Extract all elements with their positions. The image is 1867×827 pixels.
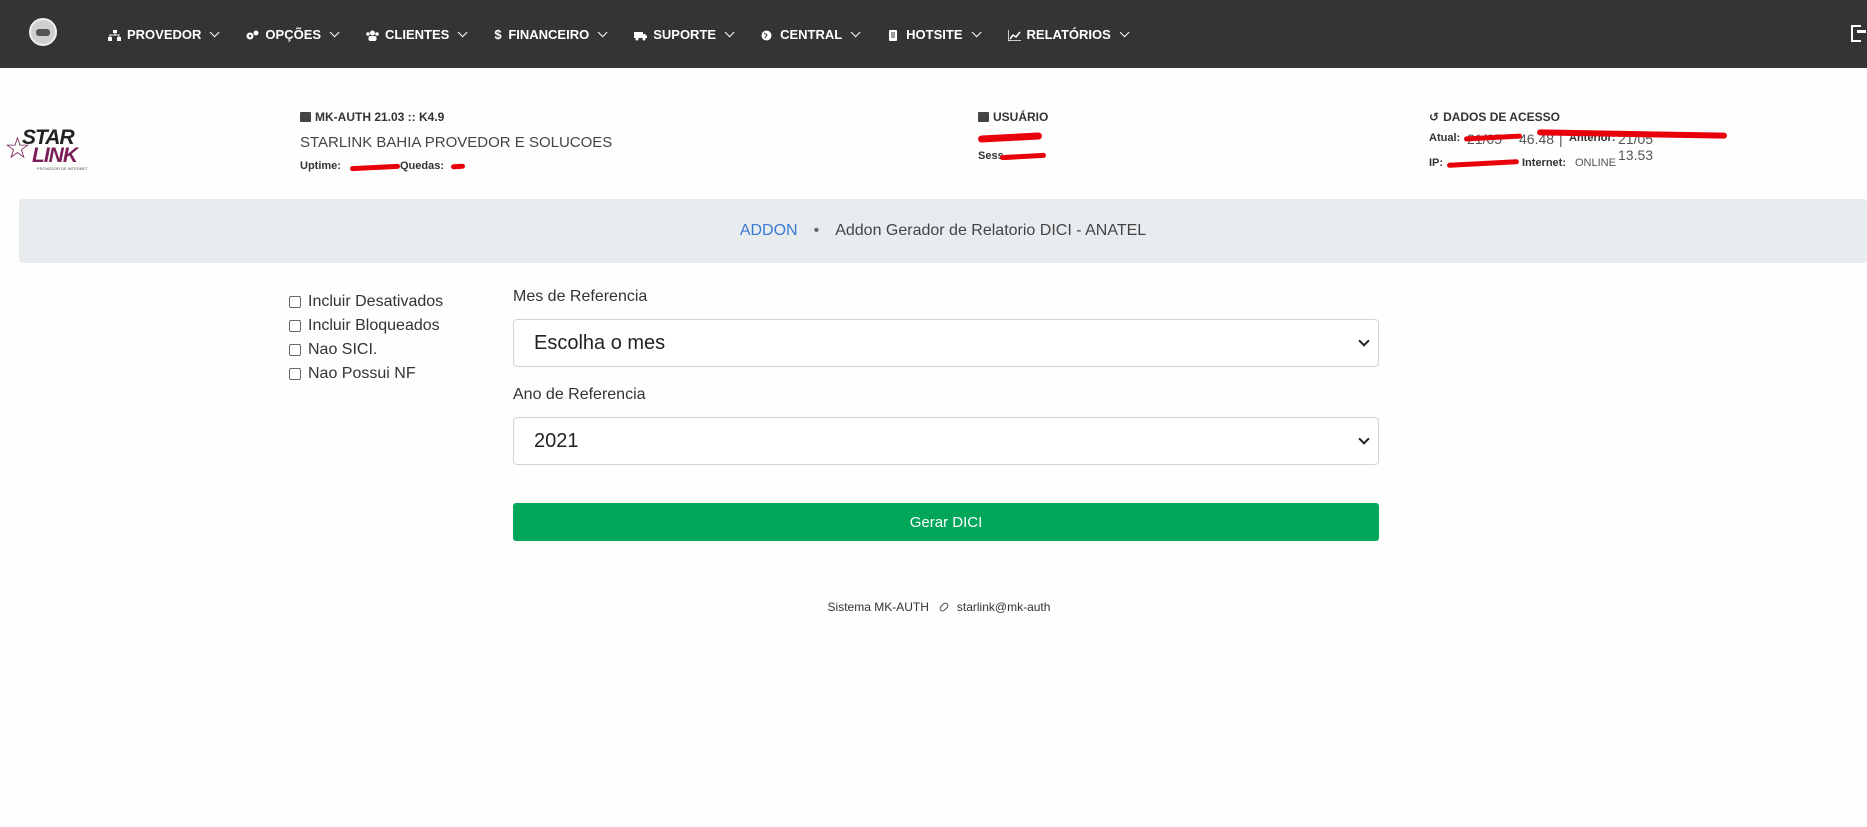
logo-tagline: PROVEDOR DE INTERNET [37,166,88,171]
chevron-down-icon [329,26,340,37]
uptime-label: Uptime: [300,160,341,172]
breadcrumb-current: Addon Gerador de Relatorio DICI - ANATEL [835,222,1147,239]
nav-item-provedor[interactable]: PROVEDOR [108,26,220,42]
option-nao-possui-nf[interactable]: Nao Possui NF [289,362,443,386]
chevron-down-icon [1358,335,1370,347]
nav-label: OPÇÕES [265,26,322,42]
redaction-mark [999,152,1047,161]
year-label: Ano de Referencia [513,386,646,403]
nav-item-opcoes[interactable]: OPÇÕES [246,26,340,42]
chart-icon [1006,29,1021,42]
nav-label: CLIENTES [385,26,450,42]
month-select[interactable]: Escolha o mes [513,319,1379,367]
chevron-down-icon [850,26,861,37]
id-card-icon [978,112,989,122]
uptime-row: Uptime: Quedas: [300,160,612,174]
option-incluir-bloqueados[interactable]: Incluir Bloqueados [289,314,443,338]
starlink-logo: ☆ STAR LINK PROVEDOR DE INTERNET [4,124,90,174]
breadcrumb-separator: • [813,222,820,239]
nav-item-clientes[interactable]: CLIENTES [366,26,468,42]
history-icon: ↺ [1429,110,1440,124]
checkbox[interactable] [289,296,301,308]
internet-status: ONLINE [1575,157,1616,169]
nav-label: CENTRAL [780,26,843,42]
access-heading-text: DADOS DE ACESSO [1443,110,1560,124]
atual-label: Atual: [1429,132,1461,144]
chevron-down-icon [1119,26,1130,37]
user-heading: USUÁRIO [978,110,1048,124]
redaction-mark [450,163,466,170]
company-name: STARLINK BAHIA PROVEDOR E SOLUCOES [300,134,613,151]
system-version-text: MK-AUTH 21.03 :: K4.9 [315,110,445,124]
checkbox[interactable] [289,344,301,356]
atual-row: Atual: 21/05 46.48 | Anterior: 21/05 13.… [1429,129,1728,163]
nav-item-suporte[interactable]: SUPORTE [634,26,735,42]
nav-item-hotsite[interactable]: HOTSITE [887,26,982,42]
year-select-value: 2021 [534,429,579,452]
chevron-down-icon [210,26,220,37]
footer: Sistema MK-AUTH starlink@mk-auth [0,600,1867,614]
option-label: Nao Possui NF [308,365,416,382]
footer-system: Sistema MK-AUTH [827,600,929,614]
chevron-down-icon [457,26,468,37]
footer-user: starlink@mk-auth [956,600,1051,614]
system-version: MK-AUTH 21.03 :: K4.9 [300,110,612,124]
system-info: MK-AUTH 21.03 :: K4.9 STARLINK BAHIA PRO… [300,110,612,174]
user-info: USUÁRIO Sess [977,110,1048,164]
redaction-mark [977,132,1043,143]
nav-label: RELATÓRIOS [1026,26,1111,42]
dollar-icon: $ [494,26,502,42]
nav-item-relatorios[interactable]: RELATÓRIOS [1006,26,1130,42]
redaction-mark [1446,159,1520,168]
month-select-value: Escolha o mes [534,331,666,354]
nav-label: FINANCEIRO [508,26,590,42]
nav-label: PROVEDOR [127,26,202,42]
users-icon [366,29,379,41]
year-select[interactable]: 2021 [513,417,1379,465]
ambulance-icon [634,29,648,40]
month-label: Mes de Referencia [513,288,648,305]
gerar-dici-button[interactable]: Gerar DICI [513,503,1379,541]
redaction-mark [349,163,401,172]
logout-icon[interactable] [1851,24,1867,42]
option-label: Nao SICI. [308,341,378,358]
nav-label: HOTSITE [906,26,963,42]
user-avatar-icon[interactable] [29,18,57,46]
top-navbar: PROVEDOR OPÇÕES CLIENTES $ FINANCEIRO SU… [0,0,1867,68]
user-name-redacted [977,124,1048,146]
report-form: Mes de Referencia Escolha o mes Ano de R… [513,288,1379,465]
access-info: ↺DADOS DE ACESSO Atual: 21/05 46.48 | An… [1429,110,1728,171]
internet-label: Internet: [1522,157,1566,169]
logo-link-text: LINK [32,144,78,167]
option-nao-sici[interactable]: Nao SICI. [289,338,443,362]
option-label: Incluir Bloqueados [308,317,440,334]
chevron-down-icon [1358,433,1370,445]
user-heading-text: USUÁRIO [993,110,1049,124]
ip-label: IP: [1429,157,1444,169]
globe-icon [761,29,774,40]
checkbox[interactable] [289,368,301,380]
server-icon [300,112,311,122]
nav-label: SUPORTE [653,26,717,42]
quedas-label: Quedas: [400,160,445,172]
breadcrumb: ADDON • Addon Gerador de Relatorio DICI … [19,199,1867,263]
options-checklist: Incluir Desativados Incluir Bloqueados N… [289,290,443,386]
breadcrumb-addon-link[interactable]: ADDON [740,222,798,240]
sitemap-icon [108,29,121,41]
nav-item-central[interactable]: CENTRAL [761,26,861,42]
checkbox[interactable] [289,320,301,332]
link-icon [938,601,950,613]
access-heading: ↺ DADOS DE ACESSO [1429,110,1560,124]
chevron-down-icon [971,26,982,37]
page-icon [887,29,900,41]
nav-item-financeiro[interactable]: $ FINANCEIRO [494,26,608,42]
chevron-down-icon [724,26,735,37]
option-incluir-desativados[interactable]: Incluir Desativados [289,290,443,314]
ip-row: IP: Internet: ONLINE [1429,157,1616,171]
option-label: Incluir Desativados [308,293,444,310]
chevron-down-icon [597,26,608,37]
main-nav: PROVEDOR OPÇÕES CLIENTES $ FINANCEIRO SU… [108,0,1156,68]
cogs-icon [246,29,259,40]
session-row: Sess [978,150,1048,164]
